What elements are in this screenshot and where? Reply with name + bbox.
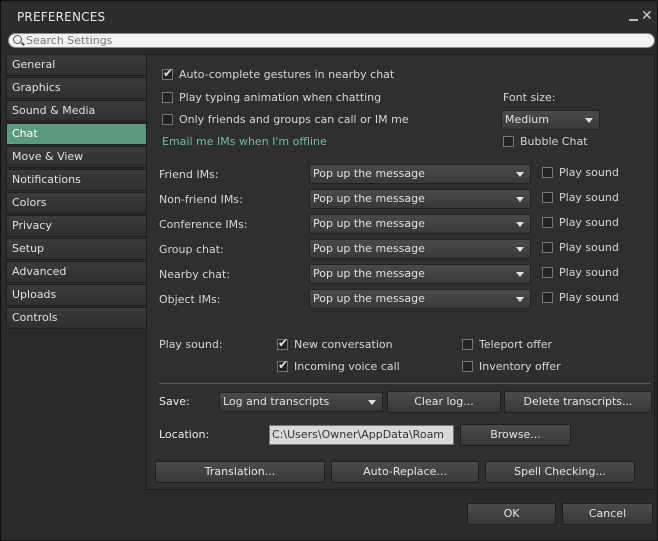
tab-graphics[interactable]: Graphics	[6, 77, 147, 99]
conference-ims-sound-checkbox[interactable]	[542, 217, 553, 228]
chevron-down-icon	[516, 197, 524, 202]
search-placeholder: Search Settings	[26, 34, 113, 47]
inventory-offer-checkbox[interactable]	[462, 361, 473, 372]
preferences-sidebar: General Graphics Sound & Media Chat Move…	[6, 54, 147, 330]
friend-ims-label: Friend IMs:	[159, 168, 219, 181]
dropdown-value: Pop up the message	[313, 242, 425, 255]
tab-chat[interactable]: Chat	[6, 123, 147, 145]
inventory-offer-label: Inventory offer	[479, 360, 561, 373]
chevron-down-icon	[585, 118, 593, 123]
conference-ims-label: Conference IMs:	[159, 218, 248, 231]
tab-sound-media[interactable]: Sound & Media	[6, 100, 147, 122]
nonfriend-ims-sound-checkbox[interactable]	[542, 192, 553, 203]
window-title: PREFERENCES	[17, 10, 106, 24]
delete-transcripts-button[interactable]: Delete transcripts...	[504, 391, 652, 413]
translation-button[interactable]: Translation...	[155, 461, 325, 483]
typing-anim-label: Play typing animation when chatting	[179, 91, 382, 104]
preferences-window: PREFERENCES ✕ Search Settings General Gr…	[0, 0, 658, 541]
friend-ims-sound-checkbox[interactable]	[542, 167, 553, 178]
play-sound-label: Play sound	[559, 191, 619, 204]
font-size-value: Medium	[505, 113, 549, 126]
location-label: Location:	[159, 428, 210, 441]
dropdown-value: Pop up the message	[313, 267, 425, 280]
close-icon[interactable]: ✕	[641, 9, 653, 23]
play-sound-label: Play sound	[559, 291, 619, 304]
email-offline-link[interactable]: Email me IMs when I'm offline	[162, 135, 327, 148]
chevron-down-icon	[368, 400, 376, 405]
group-chat-label: Group chat:	[159, 243, 224, 256]
group-chat-dropdown[interactable]: Pop up the message	[309, 239, 531, 259]
cancel-button[interactable]: Cancel	[562, 503, 653, 525]
play-sound-section-label: Play sound:	[159, 338, 223, 351]
spell-checking-button[interactable]: Spell Checking...	[485, 461, 635, 483]
new-conversation-checkbox[interactable]	[277, 336, 288, 350]
save-label: Save:	[159, 395, 190, 408]
tab-general[interactable]: General	[6, 54, 147, 76]
typing-anim-checkbox[interactable]	[162, 92, 173, 103]
only-friends-checkbox[interactable]	[162, 114, 173, 125]
tab-move-view[interactable]: Move & View	[6, 146, 147, 168]
save-dropdown[interactable]: Log and transcripts	[219, 392, 383, 412]
autocomplete-checkbox[interactable]	[162, 66, 173, 80]
bubble-chat-checkbox[interactable]	[503, 136, 514, 147]
object-ims-label: Object IMs:	[159, 293, 221, 306]
tab-advanced[interactable]: Advanced	[6, 261, 147, 283]
play-sound-label: Play sound	[559, 216, 619, 229]
tab-controls[interactable]: Controls	[6, 307, 147, 329]
play-sound-label: Play sound	[559, 266, 619, 279]
conference-ims-dropdown[interactable]: Pop up the message	[309, 214, 531, 234]
browse-button[interactable]: Browse...	[460, 424, 571, 446]
incoming-voice-checkbox[interactable]	[277, 358, 288, 372]
dropdown-value: Pop up the message	[313, 292, 425, 305]
nearby-chat-label: Nearby chat:	[159, 268, 231, 281]
location-field[interactable]: C:\Users\Owner\AppData\Roam	[269, 425, 454, 445]
play-sound-label: Play sound	[559, 166, 619, 179]
chevron-down-icon	[516, 172, 524, 177]
minimize-icon[interactable]	[629, 19, 638, 21]
nearby-chat-dropdown[interactable]: Pop up the message	[309, 264, 531, 284]
object-ims-sound-checkbox[interactable]	[542, 292, 553, 303]
chevron-down-icon	[516, 272, 524, 277]
dropdown-value: Pop up the message	[313, 167, 425, 180]
chevron-down-icon	[516, 247, 524, 252]
chevron-down-icon	[516, 297, 524, 302]
teleport-offer-label: Teleport offer	[479, 338, 553, 351]
tab-setup[interactable]: Setup	[6, 238, 147, 260]
play-sound-label: Play sound	[559, 241, 619, 254]
tab-notifications[interactable]: Notifications	[6, 169, 147, 191]
teleport-offer-checkbox[interactable]	[462, 339, 473, 350]
save-value: Log and transcripts	[223, 395, 330, 408]
tab-colors[interactable]: Colors	[6, 192, 147, 214]
tab-uploads[interactable]: Uploads	[6, 284, 147, 306]
nonfriend-ims-label: Non-friend IMs:	[159, 193, 243, 206]
font-size-dropdown[interactable]: Medium	[501, 110, 600, 130]
title-bar[interactable]: PREFERENCES ✕	[1, 1, 657, 31]
clear-log-button[interactable]: Clear log...	[387, 391, 501, 413]
dropdown-value: Pop up the message	[313, 217, 425, 230]
auto-replace-button[interactable]: Auto-Replace...	[331, 461, 479, 483]
new-conversation-label: New conversation	[294, 338, 393, 351]
group-chat-sound-checkbox[interactable]	[542, 242, 553, 253]
font-size-label: Font size:	[503, 91, 556, 104]
friend-ims-dropdown[interactable]: Pop up the message	[309, 164, 531, 184]
chevron-down-icon	[516, 222, 524, 227]
search-input[interactable]: Search Settings	[8, 33, 655, 48]
bubble-chat-label: Bubble Chat	[520, 135, 588, 148]
search-icon	[13, 35, 22, 44]
only-friends-label: Only friends and groups can call or IM m…	[179, 113, 409, 126]
divider	[159, 383, 651, 384]
incoming-voice-label: Incoming voice call	[294, 360, 400, 373]
autocomplete-label: Auto-complete gestures in nearby chat	[179, 68, 395, 81]
ok-button[interactable]: OK	[467, 503, 556, 525]
nonfriend-ims-dropdown[interactable]: Pop up the message	[309, 189, 531, 209]
nearby-chat-sound-checkbox[interactable]	[542, 267, 553, 278]
object-ims-dropdown[interactable]: Pop up the message	[309, 289, 531, 309]
dropdown-value: Pop up the message	[313, 192, 425, 205]
tab-privacy[interactable]: Privacy	[6, 215, 147, 237]
